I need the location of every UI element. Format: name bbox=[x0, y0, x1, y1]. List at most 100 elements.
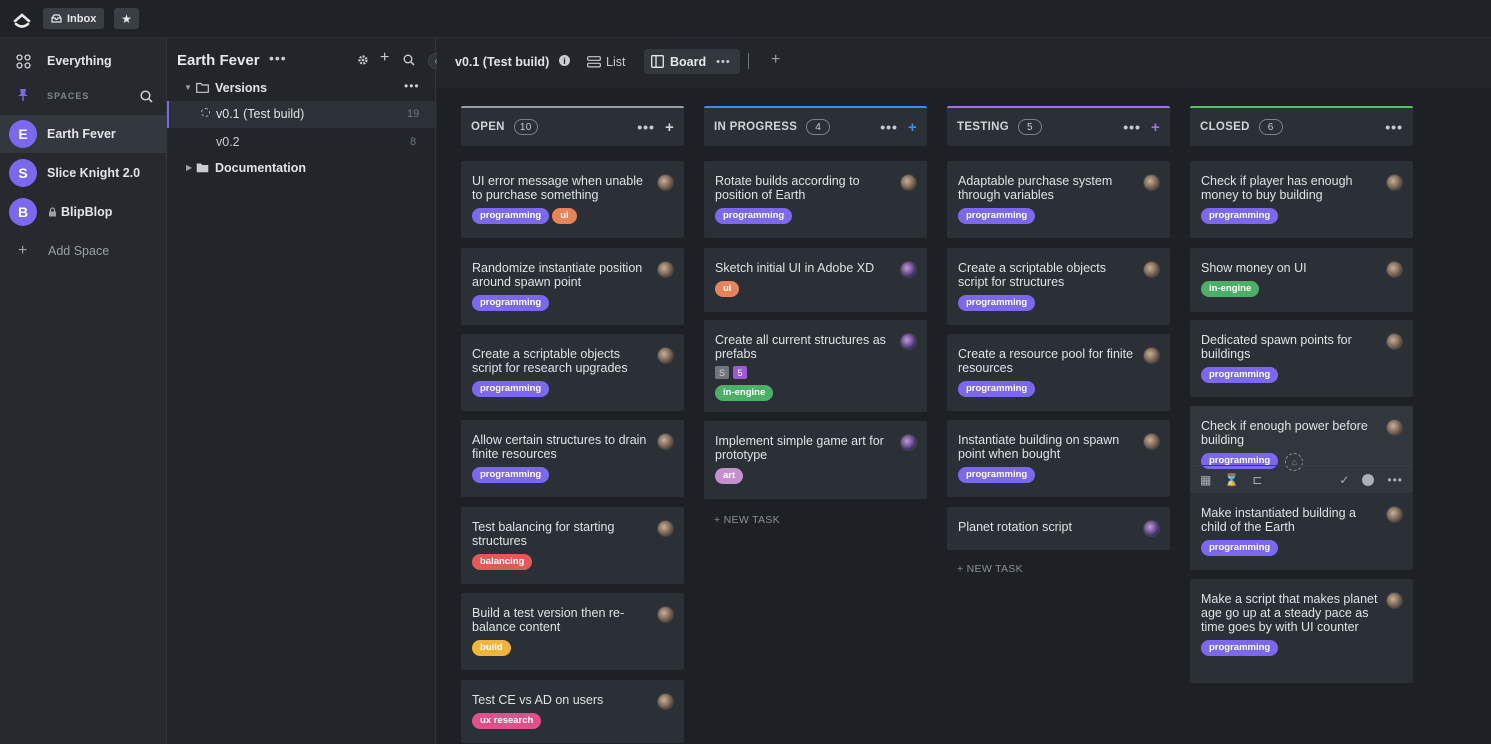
everything-item[interactable]: Everything bbox=[0, 42, 167, 80]
assignee-avatar[interactable] bbox=[1386, 261, 1403, 278]
assignee-avatar[interactable] bbox=[657, 520, 674, 537]
task-card[interactable]: Make a script that makes planet age go u… bbox=[1190, 579, 1413, 683]
folder-documentation[interactable]: ▶ Documentation bbox=[167, 158, 435, 180]
assignee-avatar[interactable] bbox=[1386, 174, 1403, 191]
task-card[interactable]: Create a resource pool for finite resour… bbox=[947, 334, 1170, 411]
add-icon[interactable]: + bbox=[380, 49, 389, 67]
card-more-icon[interactable]: ••• bbox=[1387, 473, 1403, 487]
task-card[interactable]: Randomize instantiate position around sp… bbox=[461, 248, 684, 325]
assignee-avatar[interactable] bbox=[900, 333, 917, 350]
column-add-icon[interactable]: + bbox=[908, 119, 917, 136]
inbox-button[interactable]: Inbox bbox=[43, 8, 105, 29]
task-card[interactable]: UI error message when unable to purchase… bbox=[461, 161, 684, 238]
task-card[interactable]: Create all current structures as prefabs… bbox=[704, 320, 927, 412]
subtask-tree-icon[interactable]: ⊏ bbox=[1252, 473, 1262, 487]
space-more-icon[interactable]: ••• bbox=[269, 50, 287, 66]
status-dot-icon[interactable] bbox=[1362, 473, 1375, 486]
assignee-avatar[interactable] bbox=[1386, 333, 1403, 350]
view-tab-list[interactable]: List bbox=[587, 50, 625, 74]
add-view-icon[interactable]: + bbox=[771, 51, 780, 69]
column-add-icon[interactable]: + bbox=[665, 119, 674, 136]
task-card[interactable]: Show money on UI in-engine bbox=[1190, 248, 1413, 312]
tag-in-engine[interactable]: in-engine bbox=[715, 385, 774, 401]
column-more-icon[interactable]: ••• bbox=[637, 119, 655, 135]
tag-ui[interactable]: ui bbox=[552, 208, 577, 224]
search-icon[interactable] bbox=[140, 90, 153, 103]
task-card[interactable]: Create a scriptable objects script for s… bbox=[947, 248, 1170, 325]
assignee-avatar[interactable] bbox=[657, 433, 674, 450]
tag-programming[interactable]: programming bbox=[472, 381, 550, 397]
assignee-avatar[interactable] bbox=[900, 174, 917, 191]
task-card[interactable]: Implement simple game art for prototype a… bbox=[704, 421, 927, 499]
tag-programming[interactable]: programming bbox=[958, 467, 1036, 483]
task-card[interactable]: Sketch initial UI in Adobe XD ui bbox=[704, 248, 927, 312]
task-card[interactable]: Allow certain structures to drain finite… bbox=[461, 420, 684, 497]
assignee-avatar[interactable] bbox=[1143, 261, 1160, 278]
assignee-avatar[interactable] bbox=[1143, 174, 1160, 191]
task-card[interactable]: Planet rotation script bbox=[947, 507, 1170, 550]
assignee-avatar[interactable] bbox=[1386, 419, 1403, 436]
tag-programming[interactable]: programming bbox=[1201, 540, 1279, 556]
assignee-avatar[interactable] bbox=[657, 606, 674, 623]
assignee-avatar[interactable] bbox=[657, 261, 674, 278]
column-more-icon[interactable]: ••• bbox=[1123, 119, 1141, 135]
task-card[interactable]: Create a scriptable objects script for r… bbox=[461, 334, 684, 411]
assignee-avatar[interactable] bbox=[1386, 592, 1403, 609]
assignee-avatar[interactable] bbox=[657, 693, 674, 710]
add-space-button[interactable]: + Add Space bbox=[0, 232, 167, 270]
tag-in-engine[interactable]: in-engine bbox=[1201, 281, 1260, 297]
search-icon[interactable] bbox=[403, 54, 415, 66]
task-card[interactable]: Dedicated spawn points for buildings prog… bbox=[1190, 320, 1413, 397]
tag-programming[interactable]: programming bbox=[1201, 367, 1279, 383]
task-card[interactable]: Build a test version then re-balance con… bbox=[461, 593, 684, 670]
new-task-button[interactable]: + NEW TASK bbox=[714, 514, 780, 526]
assignee-avatar[interactable] bbox=[1143, 520, 1160, 537]
list-item-v02[interactable]: v0.2 8 bbox=[167, 129, 435, 155]
view-tab-board[interactable]: Board ••• bbox=[644, 49, 740, 74]
space-item-blipblop[interactable]: B BlipBlop bbox=[0, 193, 167, 231]
new-task-button[interactable]: + NEW TASK bbox=[957, 563, 1023, 575]
tag-programming[interactable]: programming bbox=[1201, 208, 1279, 224]
tag-programming[interactable]: programming bbox=[958, 208, 1036, 224]
task-card[interactable]: Check if enough power before building pro… bbox=[1190, 406, 1413, 493]
assignee-avatar[interactable] bbox=[657, 174, 674, 191]
hourglass-icon[interactable]: ⌛ bbox=[1224, 473, 1239, 487]
space-item-earth-fever[interactable]: E Earth Fever bbox=[0, 115, 167, 153]
tag-programming[interactable]: programming bbox=[472, 467, 550, 483]
column-more-icon[interactable]: ••• bbox=[1385, 119, 1403, 135]
task-card[interactable]: Test balancing for starting structures ba… bbox=[461, 507, 684, 584]
folder-versions[interactable]: ▼ Versions ••• bbox=[167, 78, 435, 100]
settings-gear-icon[interactable] bbox=[357, 54, 369, 66]
favorites-star-button[interactable]: ★ bbox=[114, 8, 139, 29]
tag-programming[interactable]: programming bbox=[1201, 640, 1279, 656]
tag-ui[interactable]: ui bbox=[715, 281, 740, 297]
calendar-icon[interactable]: ▦ bbox=[1200, 473, 1211, 487]
task-card[interactable]: Check if player has enough money to buy … bbox=[1190, 161, 1413, 238]
view-more-icon[interactable]: ••• bbox=[716, 56, 731, 68]
task-card[interactable]: Adaptable purchase system through variab… bbox=[947, 161, 1170, 238]
tag-programming[interactable]: programming bbox=[472, 208, 550, 224]
column-more-icon[interactable]: ••• bbox=[880, 119, 898, 135]
assignee-avatar[interactable] bbox=[657, 347, 674, 364]
task-card[interactable]: Test CE vs AD on users ux research bbox=[461, 680, 684, 743]
tag-programming[interactable]: programming bbox=[472, 295, 550, 311]
tag-balancing[interactable]: balancing bbox=[472, 554, 533, 570]
info-icon[interactable]: i bbox=[559, 55, 570, 66]
assignee-avatar[interactable] bbox=[900, 434, 917, 451]
column-add-icon[interactable]: + bbox=[1151, 119, 1160, 136]
tag-art[interactable]: art bbox=[715, 468, 744, 484]
tag-programming[interactable]: programming bbox=[958, 381, 1036, 397]
assignee-avatar[interactable] bbox=[1386, 506, 1403, 523]
assignee-avatar[interactable] bbox=[900, 261, 917, 278]
task-card[interactable]: Rotate builds according to position of E… bbox=[704, 161, 927, 238]
tag-programming[interactable]: programming bbox=[715, 208, 793, 224]
tag-build[interactable]: build bbox=[472, 640, 511, 656]
task-card[interactable]: Instantiate building on spawn point when… bbox=[947, 420, 1170, 497]
check-icon[interactable]: ✓ bbox=[1339, 473, 1349, 487]
task-card[interactable]: Make instantiated building a child of th… bbox=[1190, 493, 1413, 570]
space-item-slice-knight[interactable]: S Slice Knight 2.0 bbox=[0, 154, 167, 192]
clickup-logo-icon[interactable] bbox=[12, 9, 32, 29]
tag-programming[interactable]: programming bbox=[958, 295, 1036, 311]
assignee-avatar[interactable] bbox=[1143, 347, 1160, 364]
list-item-v01[interactable]: v0.1 (Test build) 19 bbox=[167, 101, 435, 128]
